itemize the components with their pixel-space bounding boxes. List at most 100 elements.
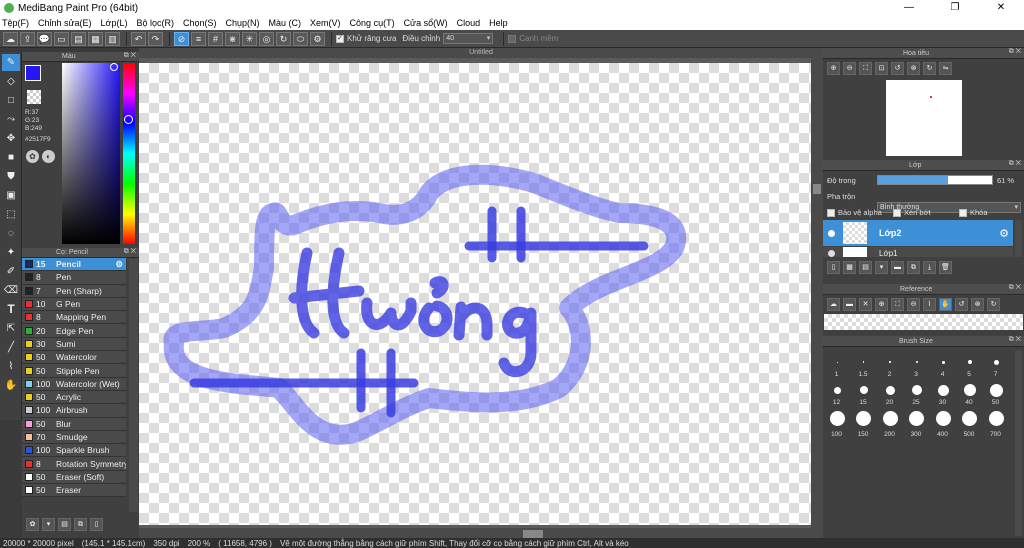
- snap-curve-icon[interactable]: ↻: [276, 31, 291, 46]
- layer-name[interactable]: Lớp2: [879, 228, 901, 238]
- panel-close-icon[interactable]: ⧉ ✕: [1009, 48, 1021, 56]
- menu-view[interactable]: Xem(V): [310, 18, 341, 28]
- brush-size-option[interactable]: 700: [983, 406, 1010, 438]
- rotate-left-icon[interactable]: ↺: [891, 61, 904, 75]
- panel-close-icon[interactable]: ⧉ ✕: [124, 248, 136, 256]
- color-wheel-icon[interactable]: ✿: [26, 150, 39, 163]
- menu-edit[interactable]: Chỉnh sửa(E): [38, 18, 92, 28]
- brush-item[interactable]: 8 Mapping Pen: [22, 311, 126, 325]
- brush-size-option[interactable]: 1: [824, 350, 851, 378]
- merge-layer-icon[interactable]: ⤓: [923, 260, 936, 274]
- layer-row[interactable]: Lớp1: [823, 247, 1013, 257]
- new-layer-dropdown-icon[interactable]: ▾: [875, 260, 888, 274]
- undo-icon[interactable]: ↶: [131, 31, 146, 46]
- layer-name[interactable]: Lớp1: [879, 247, 898, 257]
- ref-zoom-in-icon[interactable]: ⊕: [875, 297, 888, 311]
- snap-cross-icon[interactable]: #: [208, 31, 223, 46]
- new-8bit-layer-icon[interactable]: ▤: [859, 260, 872, 274]
- document-tab[interactable]: Untitled: [139, 48, 823, 58]
- select-pen-tool-icon[interactable]: ✐: [2, 263, 20, 280]
- eraser-tool-icon[interactable]: ◇: [2, 73, 20, 90]
- brush-item[interactable]: 100 Airbrush: [22, 404, 126, 418]
- menu-filter[interactable]: Bộ lọc(R): [136, 18, 174, 28]
- snap-vanish-icon[interactable]: ⋇: [225, 31, 240, 46]
- brush-item[interactable]: 100 Watercolor (Wet): [22, 377, 126, 391]
- lasso-tool-icon[interactable]: ◌: [2, 225, 20, 242]
- delete-layer-icon[interactable]: 🗑: [939, 260, 952, 274]
- brush-list-scrollbar[interactable]: [129, 259, 138, 512]
- menu-cloud[interactable]: Cloud: [457, 18, 481, 28]
- visibility-icon[interactable]: [828, 229, 835, 237]
- drawing-canvas[interactable]: [139, 63, 811, 525]
- brush-size-option[interactable]: 200: [877, 406, 904, 438]
- layer-scrollbar[interactable]: [1015, 220, 1022, 257]
- fill-tool-icon[interactable]: ⛊: [2, 168, 20, 185]
- brush-size-option[interactable]: 100: [824, 406, 851, 438]
- zoom-out-icon[interactable]: ⊖: [843, 61, 856, 75]
- brush-size-option[interactable]: 50: [983, 378, 1010, 406]
- new-folder-icon[interactable]: ▬: [891, 260, 904, 274]
- brush-settings-icon[interactable]: ⚙: [115, 259, 123, 270]
- open-file-icon[interactable]: ▬: [843, 297, 856, 311]
- new-halftone-layer-icon[interactable]: ▦: [843, 260, 856, 274]
- operation-tool-icon[interactable]: ⇱: [2, 320, 20, 337]
- material-icon[interactable]: ▤: [71, 31, 86, 46]
- comment-icon[interactable]: 💬: [37, 31, 52, 46]
- brush-item[interactable]: 50 Eraser (Soft): [22, 470, 126, 485]
- gradient-tool-icon[interactable]: ▣: [2, 187, 20, 204]
- add-brush-icon[interactable]: ✿: [26, 517, 39, 531]
- lock-checkbox[interactable]: [959, 208, 967, 217]
- brush-size-option[interactable]: 2: [877, 350, 904, 378]
- brush-size-option[interactable]: 1.5: [851, 350, 878, 378]
- menu-snap[interactable]: Chụp(N): [226, 18, 260, 28]
- smooth-checkbox[interactable]: [508, 34, 517, 43]
- add-brush-dropdown-icon[interactable]: ▾: [42, 517, 55, 531]
- snap-off-icon[interactable]: ⊘: [174, 31, 189, 46]
- brush-size-option[interactable]: 12: [824, 378, 851, 406]
- panel-icon[interactable]: ▭: [54, 31, 69, 46]
- protect-alpha-checkbox[interactable]: [827, 208, 835, 217]
- panel-close-icon[interactable]: ⧉ ✕: [124, 52, 136, 60]
- brush-size-option[interactable]: 3: [904, 350, 931, 378]
- smooth-toggle[interactable]: Canh mềm: [508, 34, 558, 43]
- visibility-icon[interactable]: [828, 250, 835, 257]
- brush-size-option[interactable]: 20: [877, 378, 904, 406]
- panel-close-icon[interactable]: ⧉ ✕: [1009, 336, 1021, 344]
- brush-size-option[interactable]: 5: [957, 350, 984, 378]
- panel-close-icon[interactable]: ⧉ ✕: [1009, 284, 1021, 292]
- ref-eyedropper-icon[interactable]: ⌇: [923, 297, 936, 311]
- snap-circle-icon[interactable]: ◎: [259, 31, 274, 46]
- delete-brush-icon[interactable]: ▯: [90, 517, 103, 531]
- snap-parallel-icon[interactable]: ≡: [191, 31, 206, 46]
- move-tool-icon[interactable]: ✥: [2, 130, 20, 147]
- brush-item[interactable]: 30 Sumi: [22, 337, 126, 352]
- layer-row-active[interactable]: Lớp2 ⚙: [823, 220, 1013, 246]
- grid-icon[interactable]: ▦: [88, 31, 103, 46]
- brush-size-option[interactable]: 400: [930, 406, 957, 438]
- reset-rotation-icon[interactable]: ⊗: [907, 61, 920, 75]
- brush-tool-icon[interactable]: ✎: [2, 54, 20, 71]
- brush-size-option[interactable]: 25: [904, 378, 931, 406]
- eyedropper-tool-icon[interactable]: ⌇: [2, 358, 20, 375]
- opacity-slider[interactable]: [877, 175, 993, 185]
- hand-tool-icon[interactable]: ✋: [2, 377, 20, 394]
- brush-item[interactable]: 50 Watercolor: [22, 351, 126, 365]
- ref-rotate-right-icon[interactable]: ↻: [987, 297, 1000, 311]
- brush-size-option[interactable]: 150: [851, 406, 878, 438]
- navigator-preview[interactable]: [886, 80, 962, 156]
- ref-reset-rotation-icon[interactable]: ⊗: [971, 297, 984, 311]
- ref-rotate-left-icon[interactable]: ↺: [955, 297, 968, 311]
- adjust-select[interactable]: 40: [443, 33, 494, 44]
- brush-item[interactable]: 100 Sparkle Brush: [22, 444, 126, 458]
- snap-ellipse-icon[interactable]: ⬭: [293, 31, 308, 46]
- brush-item[interactable]: 20 Edge Pen: [22, 324, 126, 338]
- brush-item[interactable]: 8 Pen: [22, 271, 126, 285]
- ref-zoom-out-icon[interactable]: ⊖: [907, 297, 920, 311]
- divide-tool-icon[interactable]: ╱: [2, 339, 20, 356]
- brush-size-option[interactable]: 300: [904, 406, 931, 438]
- snap-settings-icon[interactable]: ⚙: [310, 31, 325, 46]
- foreground-color-swatch[interactable]: [25, 65, 41, 81]
- snap-radial-icon[interactable]: ✳: [242, 31, 257, 46]
- sv-picker-cursor[interactable]: [110, 63, 118, 71]
- brush-size-scrollbar[interactable]: [1015, 350, 1022, 536]
